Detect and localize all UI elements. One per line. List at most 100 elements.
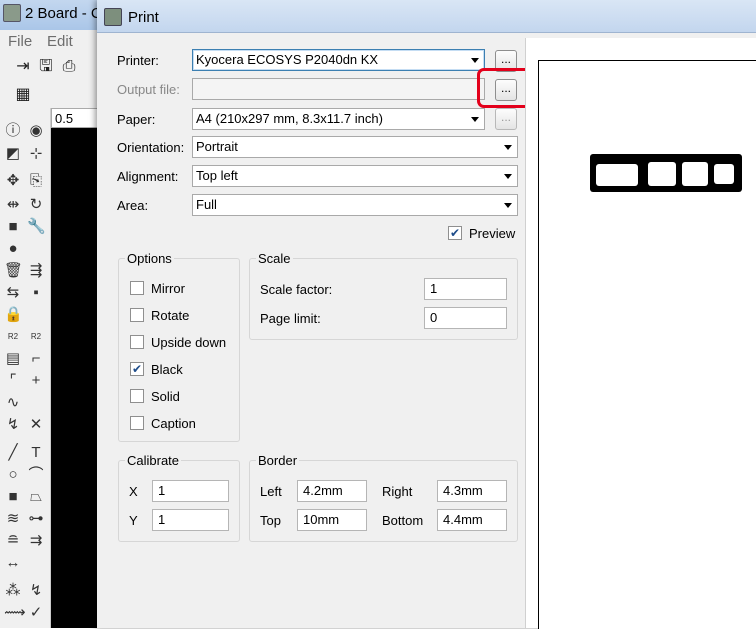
text-icon[interactable]: T	[27, 444, 45, 462]
ratsnest-icon[interactable]: ⁂	[4, 582, 22, 600]
erc-icon[interactable]: ⟿	[4, 604, 26, 622]
drc-icon[interactable]: ✓	[27, 604, 45, 622]
route-icon[interactable]: ↯	[4, 416, 22, 434]
hole-icon[interactable]: ≘	[4, 532, 22, 550]
add-icon[interactable]: ⇶	[27, 262, 45, 280]
preview-pad	[682, 162, 708, 186]
preview-pad	[648, 162, 676, 186]
dialog-title-bar	[97, 0, 756, 33]
padlock-icon[interactable]: 🔒	[4, 306, 23, 324]
calibrate-y-input[interactable]: 1	[152, 509, 229, 531]
calibrate-x-label: X	[129, 484, 138, 499]
border-left-input[interactable]: 4.2mm	[297, 480, 367, 502]
width-field[interactable]: 0.5 mm	[51, 108, 100, 141]
name-icon[interactable]: R2	[4, 328, 22, 346]
group-icon[interactable]: ■	[4, 218, 22, 236]
printer-label: Printer:	[117, 53, 159, 68]
split-icon[interactable]: ⌜	[4, 372, 22, 390]
area-select[interactable]: Full	[192, 194, 518, 216]
solid-label: Solid	[151, 389, 180, 404]
border-top-label: Top	[260, 513, 281, 528]
app-title: 2 Board - C	[25, 5, 102, 22]
paper-select[interactable]: A4 (210x297 mm, 8.3x11.7 inch)	[192, 108, 485, 130]
board-canvas[interactable]	[51, 128, 101, 628]
paper-setup-button[interactable]: ...	[495, 108, 517, 130]
ripup-icon[interactable]: ✕	[27, 416, 45, 434]
menu-edit[interactable]: Edit	[47, 33, 73, 50]
solid-checkbox[interactable]	[130, 389, 144, 403]
mirror-icon[interactable]: ⇹	[4, 196, 22, 214]
info-icon[interactable]: ⓘ	[4, 122, 22, 140]
area-value: Full	[196, 197, 217, 212]
delete-icon[interactable]: 🗑	[4, 262, 23, 280]
orientation-value: Portrait	[196, 139, 238, 154]
move-icon[interactable]: ✥	[4, 172, 22, 190]
caption-label: Caption	[151, 416, 196, 431]
dialog-app-icon	[104, 8, 122, 26]
page-limit-label: Page limit:	[260, 311, 321, 326]
paste-icon[interactable]: ●	[4, 240, 22, 258]
display-icon[interactable]: ◩	[4, 145, 22, 163]
arc-icon[interactable]: ⌒	[27, 466, 45, 484]
output-file-field[interactable]	[192, 78, 485, 100]
signal-icon[interactable]: ⊶	[27, 510, 45, 528]
print-icon[interactable]: ⎙	[60, 58, 78, 76]
black-checkbox[interactable]: ✔	[130, 362, 144, 376]
caption-checkbox[interactable]	[130, 416, 144, 430]
dimension-icon[interactable]: ↔	[4, 554, 22, 572]
eagle-app-icon	[3, 4, 21, 22]
calibrate-x-input[interactable]: 1	[152, 480, 229, 502]
orientation-select[interactable]: Portrait	[192, 136, 518, 158]
value-icon[interactable]: R2	[27, 328, 45, 346]
preview-page	[538, 60, 756, 629]
rect-icon[interactable]: ■	[4, 488, 22, 506]
rotate-icon[interactable]: ↻	[27, 196, 45, 214]
border-bottom-input[interactable]: 4.4mm	[437, 509, 507, 531]
rotate-label: Rotate	[151, 308, 190, 323]
miter-icon[interactable]: ⌐	[27, 350, 45, 368]
save-icon[interactable]: 🖫	[37, 58, 55, 76]
wire-icon[interactable]: ╱	[4, 444, 22, 462]
page-limit-input[interactable]: 0	[424, 307, 507, 329]
paper-label: Paper:	[117, 112, 156, 127]
circle-icon[interactable]: ○	[4, 466, 22, 484]
border-right-input[interactable]: 4.3mm	[437, 480, 507, 502]
orientation-label: Orientation:	[117, 140, 185, 155]
border-title: Border	[256, 453, 300, 468]
preview-checkbox[interactable]: ✔	[448, 226, 462, 240]
menu-file[interactable]: File	[8, 33, 32, 50]
mark-icon[interactable]: ⊹	[27, 145, 45, 163]
chevron-down-icon	[471, 58, 479, 63]
change-icon[interactable]: 🔧	[27, 218, 46, 236]
preview-pad	[596, 164, 638, 186]
lock-icon[interactable]: ▪	[27, 284, 45, 302]
upside-down-checkbox[interactable]	[130, 335, 144, 349]
calibrate-y-label: Y	[129, 513, 138, 528]
attribute-icon[interactable]: ⇉	[27, 532, 45, 550]
autorouter-icon[interactable]: ↯	[27, 582, 45, 600]
mirror-checkbox[interactable]	[130, 281, 144, 295]
rotate-checkbox[interactable]	[130, 308, 144, 322]
optimize-icon[interactable]: +	[27, 372, 45, 390]
border-left-label: Left	[260, 484, 282, 499]
show-icon[interactable]: ◉	[27, 122, 45, 140]
via-icon[interactable]: ≋	[4, 510, 22, 528]
scale-factor-label: Scale factor:	[260, 282, 333, 297]
area-label: Area:	[117, 198, 149, 213]
printer-select[interactable]: Kyocera ECOSYS P2040dn KX	[192, 49, 485, 71]
execute-script-icon[interactable]: ⇥	[14, 58, 32, 76]
border-top-input[interactable]: 10mm	[297, 509, 367, 531]
polygon-icon[interactable]: ⏢	[27, 488, 45, 506]
mirror-label: Mirror	[151, 281, 185, 296]
smash-icon[interactable]: ▤	[4, 350, 22, 368]
scale-title: Scale	[256, 251, 293, 266]
alignment-value: Top left	[196, 168, 238, 183]
replace-icon[interactable]: ⇆	[4, 284, 22, 302]
copy-icon[interactable]: ⎘	[27, 172, 45, 190]
alignment-select[interactable]: Top left	[192, 165, 518, 187]
border-bottom-label: Bottom	[382, 513, 424, 528]
scale-factor-input[interactable]: 1	[424, 278, 507, 300]
grid-icon[interactable]: ▦	[14, 86, 32, 104]
black-label: Black	[151, 362, 183, 377]
meander-icon[interactable]: ∿	[4, 394, 22, 412]
